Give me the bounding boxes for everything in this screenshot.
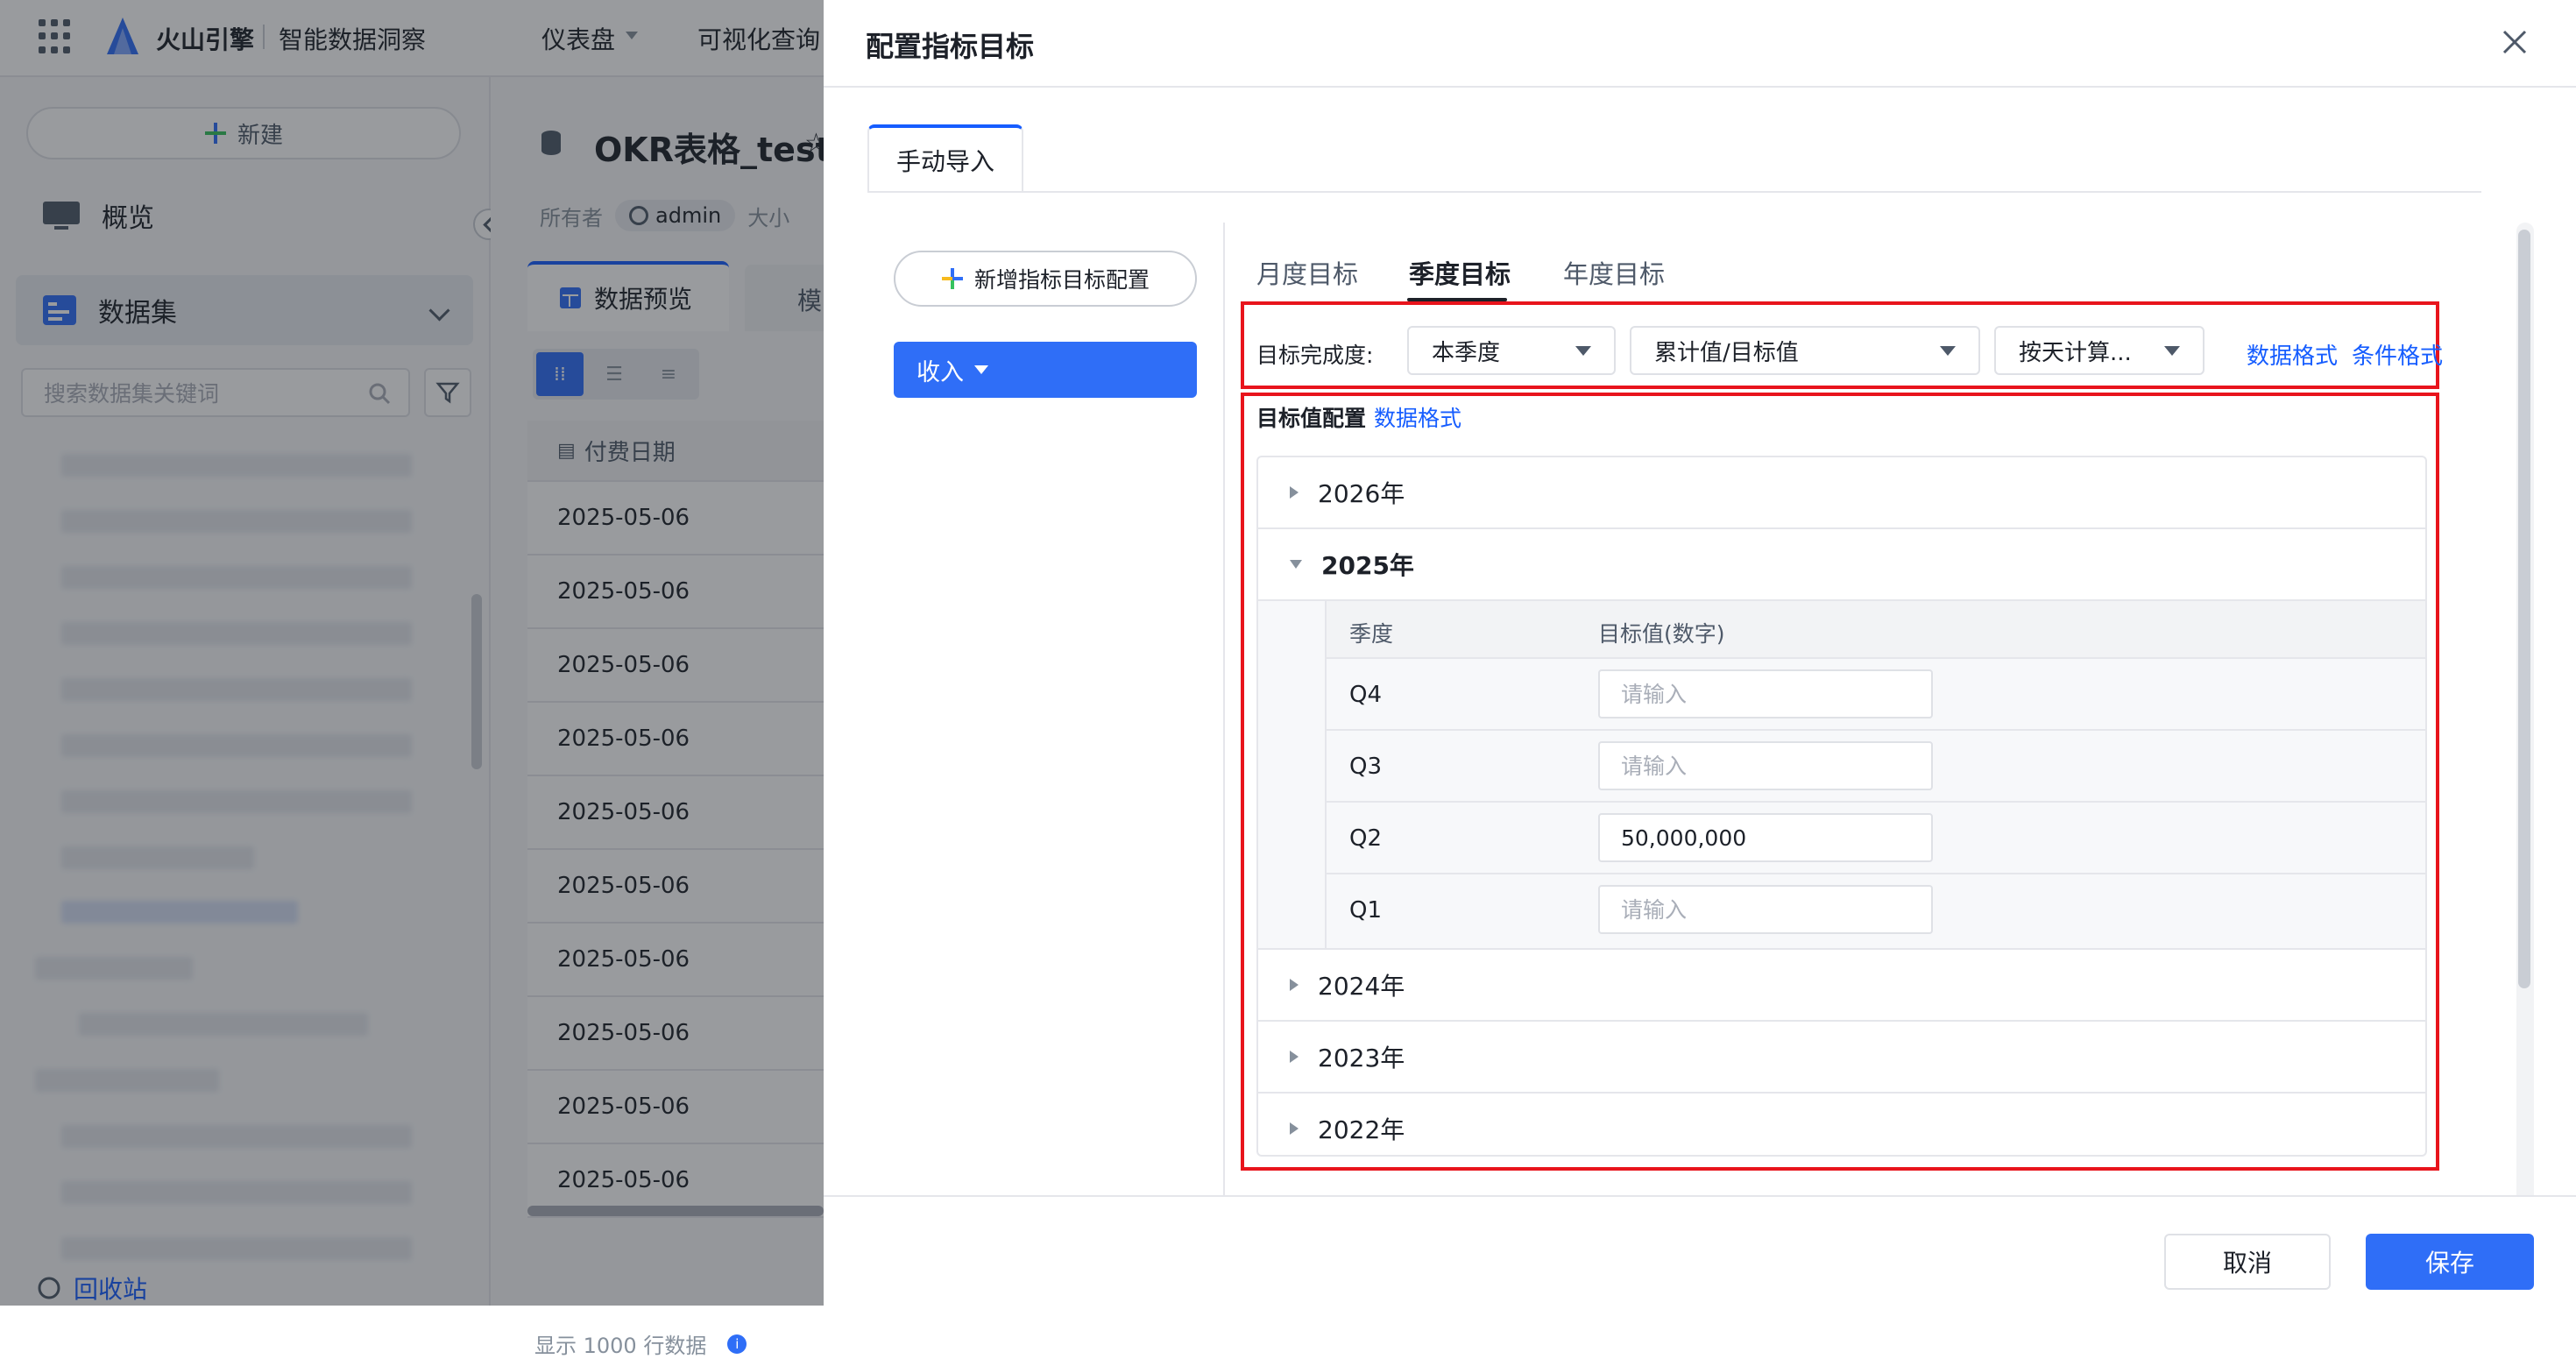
row-count-text: 显示 1000 行数据 bbox=[534, 1334, 707, 1358]
drawer-header: 配置指标目标 bbox=[824, 0, 2576, 88]
expand-icon bbox=[1290, 1122, 1299, 1135]
completion-data-format-link[interactable]: 数据格式 bbox=[2247, 338, 2338, 371]
expand-icon bbox=[1290, 486, 1299, 499]
row-count: 显示 1000 行数据 i bbox=[534, 1328, 747, 1359]
configure-metric-target-drawer: 配置指标目标 手动导入 新增指标目标配置 收入 月度目标 季度目标 年度目标 目… bbox=[824, 0, 2576, 1306]
condition-format-link[interactable]: 条件格式 bbox=[2352, 338, 2443, 371]
completion-label: 目标完成度: bbox=[1256, 343, 1374, 368]
quarter-name: Q1 bbox=[1349, 897, 1383, 924]
tab-manual-import[interactable]: 手动导入 bbox=[867, 124, 1023, 193]
year-row-2022[interactable]: 2022年 bbox=[1258, 1094, 2425, 1155]
calc-value: 按天计算... bbox=[2019, 339, 2132, 366]
year-label: 2026年 bbox=[1318, 479, 1405, 508]
tab-monthly-target[interactable]: 月度目标 bbox=[1256, 254, 1358, 291]
q1-target-input[interactable] bbox=[1598, 885, 1933, 934]
quarter-row-q2: Q2 bbox=[1327, 803, 2425, 874]
year-row-2026[interactable]: 2026年 bbox=[1258, 457, 2425, 529]
target-data-format-link[interactable]: 数据格式 bbox=[1374, 401, 1461, 433]
q2-target-input[interactable] bbox=[1598, 813, 1933, 862]
expand-icon bbox=[1290, 979, 1299, 991]
quarter-table-header: 季度 目标值(数字) bbox=[1327, 601, 2425, 659]
quarter-row-q3: Q3 bbox=[1327, 731, 2425, 803]
save-button[interactable]: 保存 bbox=[2366, 1234, 2534, 1290]
collapse-icon bbox=[1290, 560, 1302, 569]
quarter-name: Q2 bbox=[1349, 825, 1383, 852]
year-label: 2024年 bbox=[1318, 972, 1405, 1001]
year-label: 2025年 bbox=[1321, 551, 1414, 580]
quarter-name: Q3 bbox=[1349, 754, 1383, 780]
year-row-2023[interactable]: 2023年 bbox=[1258, 1022, 2425, 1094]
metric-label: 收入 bbox=[916, 358, 964, 386]
calculation-select[interactable]: 按天计算... bbox=[1994, 326, 2204, 375]
tab-quarterly-target[interactable]: 季度目标 bbox=[1409, 254, 1511, 291]
add-config-label: 新增指标目标配置 bbox=[973, 267, 1150, 293]
quarter-row-q1: Q1 bbox=[1327, 874, 2425, 946]
expand-icon bbox=[1290, 1051, 1299, 1063]
year-row-2025[interactable]: 2025年 bbox=[1258, 529, 2425, 601]
drawer-footer: 取消 保存 bbox=[824, 1195, 2576, 1306]
quarter-row-q4: Q4 bbox=[1327, 659, 2425, 731]
col-value-header: 目标值(数字) bbox=[1598, 621, 1725, 647]
cancel-button[interactable]: 取消 bbox=[2164, 1234, 2331, 1290]
year-row-2024[interactable]: 2024年 bbox=[1258, 950, 2425, 1022]
col-quarter-header: 季度 bbox=[1349, 621, 1394, 647]
info-icon[interactable]: i bbox=[727, 1334, 747, 1354]
target-config-label: 目标值配置 bbox=[1256, 406, 1367, 431]
mode-value: 累计值/目标值 bbox=[1654, 339, 1799, 366]
period-select[interactable]: 本季度 bbox=[1407, 326, 1616, 375]
completion-mode-select[interactable]: 累计值/目标值 bbox=[1630, 326, 1980, 375]
q3-target-input[interactable] bbox=[1598, 741, 1933, 790]
close-icon[interactable] bbox=[2497, 25, 2532, 60]
period-value: 本季度 bbox=[1432, 339, 1501, 366]
plus-icon bbox=[941, 268, 963, 289]
q4-target-input[interactable] bbox=[1598, 669, 1933, 718]
tab-divider bbox=[867, 191, 2481, 193]
caret-down-icon bbox=[974, 365, 988, 374]
year-tree: 2026年 2025年 季度 目标值(数字) Q4 Q3 bbox=[1256, 456, 2427, 1157]
modal-overlay[interactable] bbox=[0, 0, 824, 1306]
quarter-table: 季度 目标值(数字) Q4 Q3 Q2 Q1 bbox=[1325, 601, 2425, 950]
tab-yearly-target[interactable]: 年度目标 bbox=[1563, 254, 1665, 291]
caret-down-icon bbox=[1940, 345, 1956, 356]
quarter-table-container: 季度 目标值(数字) Q4 Q3 Q2 Q1 bbox=[1258, 601, 2425, 950]
caret-down-icon bbox=[2164, 345, 2180, 356]
caret-down-icon bbox=[1575, 345, 1591, 356]
add-metric-target-config-button[interactable]: 新增指标目标配置 bbox=[894, 251, 1197, 307]
panel-divider bbox=[1223, 223, 1225, 1204]
drawer-title: 配置指标目标 bbox=[866, 30, 1035, 63]
quarter-name: Q4 bbox=[1349, 682, 1383, 708]
year-label: 2022年 bbox=[1318, 1115, 1405, 1144]
year-label: 2023年 bbox=[1318, 1044, 1405, 1072]
drawer-scrollbar-thumb[interactable] bbox=[2518, 230, 2530, 988]
metric-selector-revenue[interactable]: 收入 bbox=[894, 342, 1197, 398]
